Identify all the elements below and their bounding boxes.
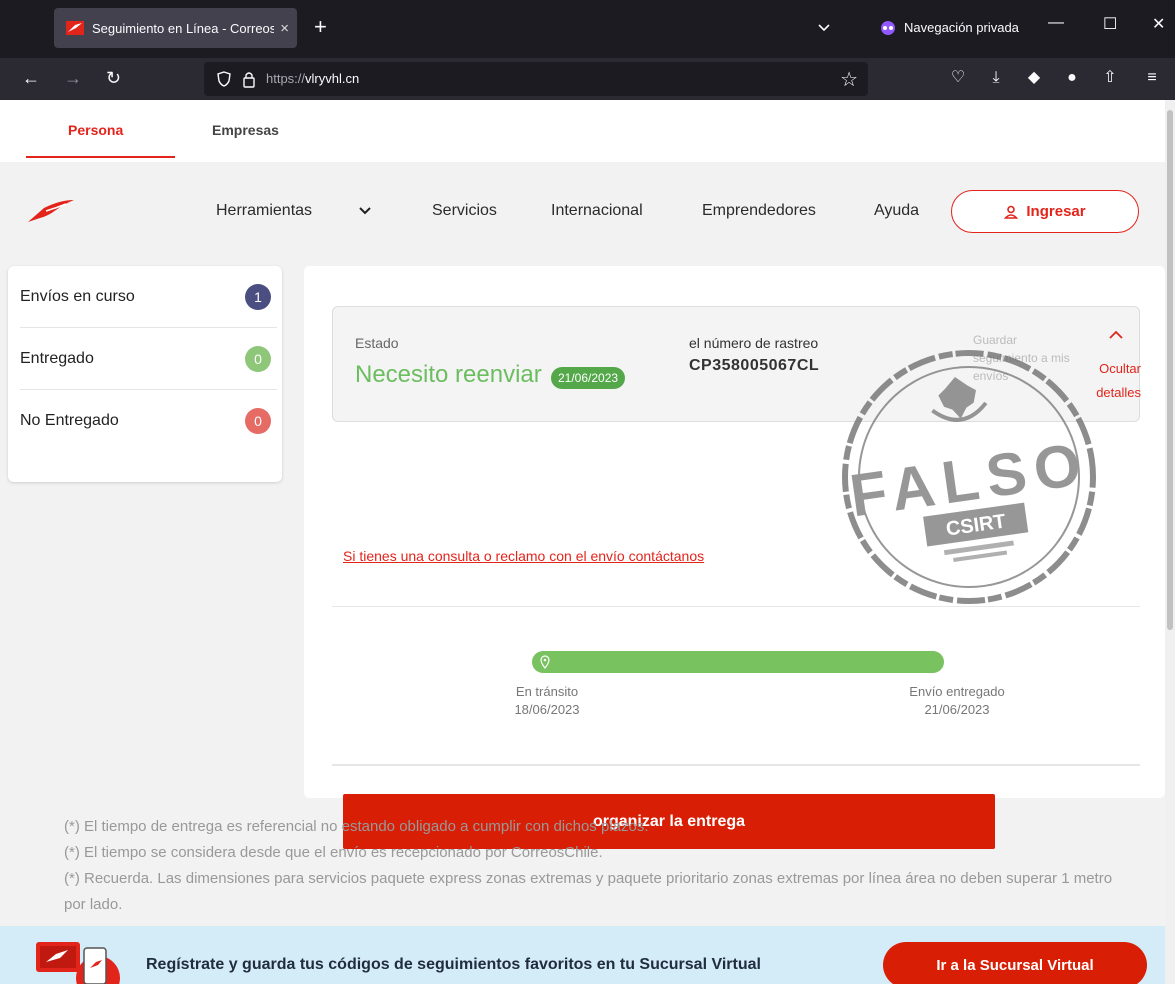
contact-link[interactable]: Si tienes una consulta o reclamo con el … xyxy=(343,548,704,564)
timeline-progress-bar xyxy=(532,651,944,673)
save-tracking-link[interactable]: Guardar seguimiento a mis envíos xyxy=(973,331,1073,385)
forward-arrow-icon[interactable]: → xyxy=(64,66,82,90)
timeline-start-label: En tránsito xyxy=(515,684,579,699)
close-window-button[interactable]: ✕ xyxy=(1152,14,1165,34)
virtual-branch-banner: Regístrate y guarda tus códigos de segui… xyxy=(0,926,1165,984)
lock-icon[interactable] xyxy=(242,70,256,88)
active-tab-underline xyxy=(26,156,175,158)
tracking-number: CP358005067CL xyxy=(689,357,820,374)
correos-logo[interactable] xyxy=(26,198,76,224)
correos-favicon-icon xyxy=(66,21,84,35)
new-tab-button[interactable]: + xyxy=(314,16,327,38)
timeline-end-date: 21/06/2023 xyxy=(924,702,990,717)
menu-ayuda[interactable]: Ayuda xyxy=(874,202,919,220)
tab-title: Seguimiento en Línea - Correos xyxy=(92,20,275,36)
sidebar-item-en-curso[interactable]: Envíos en curso 1 xyxy=(20,266,277,328)
sidebar-item-entregado[interactable]: Entregado 0 xyxy=(20,328,277,390)
hamburger-menu-icon[interactable]: ≡ xyxy=(1142,68,1162,88)
status-label: Estado xyxy=(355,335,399,351)
download-icon[interactable]: ⤓ xyxy=(986,68,1006,88)
timeline-start: En tránsito 18/06/2023 xyxy=(482,683,612,719)
user-icon xyxy=(1004,205,1019,219)
sidebar-item-label: Entregado xyxy=(20,349,94,367)
audience-switcher: Persona Empresas xyxy=(0,100,1165,162)
location-pin-icon xyxy=(540,655,550,669)
count-badge: 0 xyxy=(245,408,271,434)
site-header: Herramientas Servicios Internacional Emp… xyxy=(0,162,1165,260)
footnotes: (*) El tiempo de entrega es referencial … xyxy=(64,814,1124,918)
browser-nav-bar: ← → ↻ https://vlryvhl.cn ☆ ♡ ⤓ ◆ ● ⇧ ≡ xyxy=(0,58,1175,100)
sidebar-item-label: No Entregado xyxy=(20,412,119,429)
tab-empresas[interactable]: Empresas xyxy=(212,122,279,138)
url-text[interactable]: https://vlryvhl.cn xyxy=(266,71,359,86)
private-mask-icon xyxy=(881,20,895,35)
private-browsing-indicator: Navegación privada xyxy=(880,20,1019,35)
tracking-status-card: Estado Necesito reenviar 21/06/2023 el n… xyxy=(332,306,1141,422)
count-badge: 1 xyxy=(245,283,271,310)
chevron-down-icon[interactable] xyxy=(358,204,372,218)
tab-persona[interactable]: Persona xyxy=(68,122,123,138)
sidebar-item-label: Envíos en curso xyxy=(20,287,135,305)
timeline-end: Envío entregado 21/06/2023 xyxy=(892,683,1022,719)
web-page: Persona Empresas Herramientas Servicios … xyxy=(0,100,1165,984)
bookmark-star-icon[interactable]: ☆ xyxy=(840,67,858,92)
pocket-icon[interactable]: ♡ xyxy=(948,68,968,88)
page-scrollbar[interactable] xyxy=(1165,100,1175,984)
footnote: (*) Recuerda. Las dimensiones para servi… xyxy=(64,870,1113,913)
menu-emprendedores[interactable]: Emprendedores xyxy=(702,202,816,220)
tab-close-icon[interactable]: × xyxy=(280,20,289,37)
banner-message: Regístrate y guarda tus códigos de segui… xyxy=(146,956,761,973)
menu-internacional[interactable]: Internacional xyxy=(551,202,643,220)
scrollbar-thumb[interactable] xyxy=(1167,110,1173,630)
address-bar[interactable]: https://vlryvhl.cn ☆ xyxy=(204,62,868,96)
timeline-start-date: 18/06/2023 xyxy=(514,702,580,717)
footnote: (*) El tiempo de entrega es referencial … xyxy=(64,818,649,835)
sidebar-item-no-entregado[interactable]: No Entregado 0 xyxy=(20,390,277,452)
chevron-down-icon[interactable] xyxy=(816,20,832,36)
shipments-sidebar: Envíos en curso 1 Entregado 0 No Entrega… xyxy=(8,266,282,482)
menu-herramientas[interactable]: Herramientas xyxy=(216,202,312,220)
login-label: Ingresar xyxy=(1026,203,1086,220)
tracking-timeline: En tránsito 18/06/2023 Envío entregado 2… xyxy=(332,606,1140,766)
ip-extension-icon[interactable]: ● xyxy=(1062,68,1082,88)
share-icon[interactable]: ⇧ xyxy=(1100,68,1120,88)
tracking-number-label: el número de rastreo xyxy=(689,335,819,351)
back-arrow-icon[interactable]: ← xyxy=(22,66,40,90)
shield-icon[interactable] xyxy=(216,71,232,87)
chevron-up-icon[interactable] xyxy=(1108,329,1124,339)
private-label: Navegación privada xyxy=(904,20,1019,35)
count-badge: 0 xyxy=(245,345,271,372)
menu-servicios[interactable]: Servicios xyxy=(432,202,497,220)
timeline-end-label: Envío entregado xyxy=(909,684,1005,699)
reload-icon[interactable]: ↻ xyxy=(106,66,121,90)
devices-illustration xyxy=(36,942,120,984)
status-date-badge: 21/06/2023 xyxy=(551,367,626,389)
maximize-button[interactable]: ☐ xyxy=(1103,14,1117,34)
virtual-branch-button[interactable]: Ir a la Sucursal Virtual xyxy=(883,942,1147,984)
minimize-button[interactable]: — xyxy=(1048,14,1064,32)
footnote: (*) El tiempo se considera desde que el … xyxy=(64,844,603,861)
status-text: Necesito reenviar xyxy=(355,361,542,388)
browser-tab[interactable]: Seguimiento en Línea - Correos × xyxy=(54,8,297,48)
tracking-panel: Estado Necesito reenviar 21/06/2023 el n… xyxy=(304,266,1165,849)
extension-icon[interactable]: ◆ xyxy=(1024,68,1044,88)
login-button[interactable]: Ingresar xyxy=(951,190,1139,233)
browser-tab-bar: Seguimiento en Línea - Correos × + Naveg… xyxy=(0,0,1175,58)
hide-details-link[interactable]: Ocultar detalles xyxy=(1093,357,1141,405)
